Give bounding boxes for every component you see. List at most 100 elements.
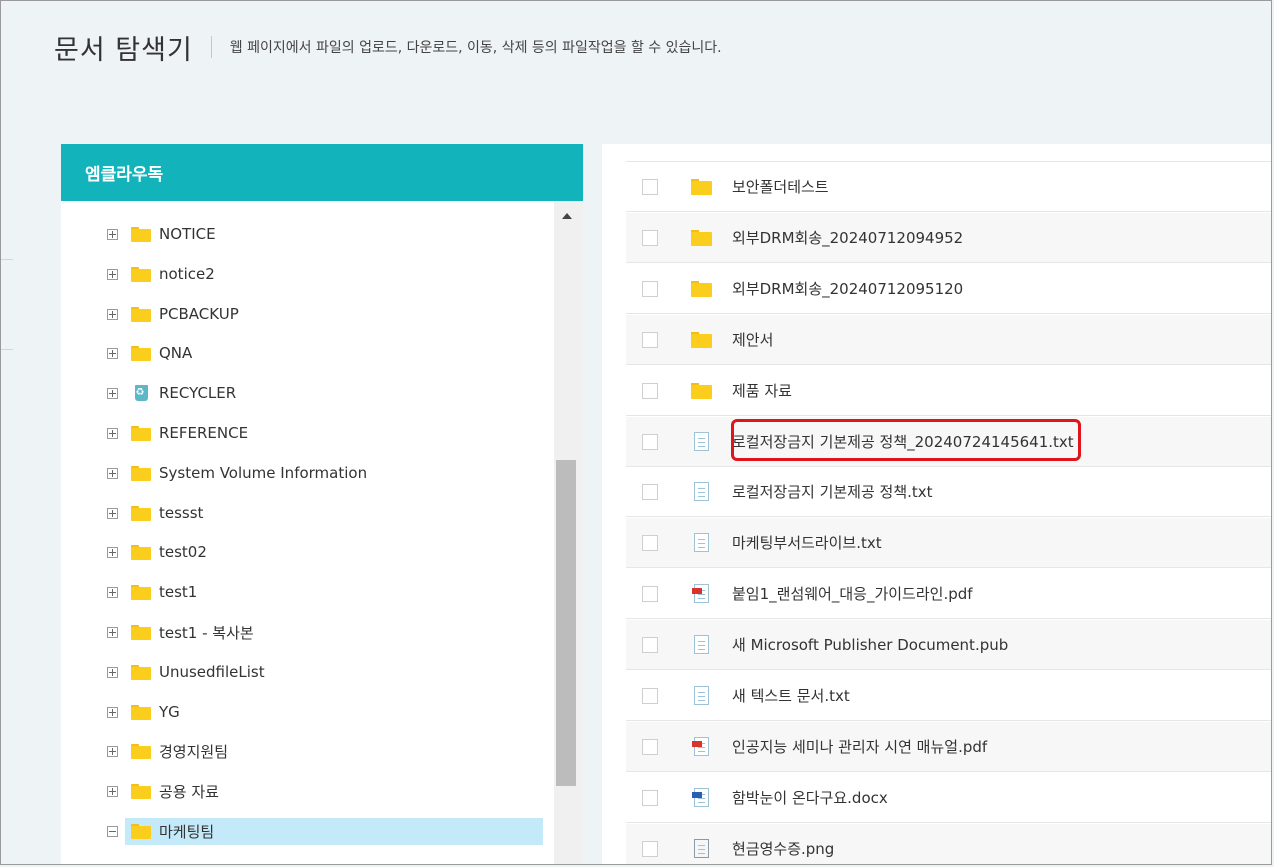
folder-icon — [690, 227, 712, 249]
divider — [1, 259, 13, 260]
folder-tree-panel: 엠클라우독 마케팅팀 공용 자료 경영지원팀 YG UnusedfileList test… — [61, 144, 583, 864]
expand-icon[interactable] — [107, 387, 118, 399]
file-name[interactable]: 제안서 — [732, 329, 773, 350]
file-name[interactable]: 함박눈이 온다구요.docx — [732, 787, 888, 808]
expand-icon[interactable] — [107, 586, 118, 598]
row-checkbox[interactable] — [642, 483, 658, 500]
expand-icon[interactable] — [107, 427, 118, 439]
file-row[interactable]: 현금영수증.png — [626, 824, 1271, 864]
tree-item[interactable]: PCBACKUP — [61, 301, 555, 327]
row-checkbox[interactable] — [642, 738, 658, 755]
text-file-icon — [690, 634, 712, 656]
file-row[interactable]: 외부DRM회송_20240712095120 — [626, 264, 1271, 314]
row-checkbox[interactable] — [642, 280, 658, 297]
expand-icon[interactable] — [107, 666, 118, 678]
file-name[interactable]: 현금영수증.png — [732, 838, 834, 859]
file-name[interactable]: 보안폴더테스트 — [732, 176, 829, 197]
scroll-up-arrow-icon[interactable] — [562, 213, 572, 219]
tree-item-label: test1 — [159, 583, 198, 601]
file-name[interactable]: 새 Microsoft Publisher Document.pub — [732, 634, 1008, 655]
folder-icon — [131, 584, 151, 600]
expand-icon[interactable] — [107, 745, 118, 757]
file-row[interactable]: 함박눈이 온다구요.docx — [626, 773, 1271, 823]
tree-item[interactable]: test02 — [61, 539, 555, 565]
expand-icon[interactable] — [107, 308, 118, 320]
file-row[interactable]: 제품 자료 — [626, 366, 1271, 416]
tree-item[interactable]: RECYCLER — [61, 380, 555, 406]
tree-item-label: tessst — [159, 504, 204, 522]
divider — [1, 349, 13, 350]
tree-item[interactable]: test1 — [61, 579, 555, 605]
tree-item[interactable]: NOTICE — [61, 221, 555, 247]
file-row[interactable]: 로컬저장금지 기본제공 정책.txt — [626, 467, 1271, 517]
scroll-thumb[interactable] — [556, 460, 576, 786]
tree-item[interactable]: YG — [61, 699, 555, 725]
tree-item[interactable]: 마케팅팀 — [61, 818, 555, 845]
expand-icon[interactable] — [107, 268, 118, 280]
row-checkbox[interactable] — [642, 789, 658, 806]
row-checkbox[interactable] — [642, 229, 658, 246]
expand-icon[interactable] — [107, 626, 118, 638]
tree-item[interactable]: tessst — [61, 500, 555, 526]
file-row[interactable]: 보안폴더테스트 — [626, 162, 1271, 212]
file-name[interactable]: 마케팅부서드라이브.txt — [732, 532, 882, 553]
file-name[interactable]: 외부DRM회송_20240712094952 — [732, 227, 963, 248]
tree-item[interactable]: QNA — [61, 340, 555, 366]
document-explorer-window: 문서 탐색기 웹 페이지에서 파일의 업로드, 다운로드, 이동, 삭제 등의 … — [0, 0, 1272, 865]
row-checkbox[interactable] — [642, 178, 658, 195]
expand-icon[interactable] — [107, 785, 118, 797]
tree-item[interactable]: 경영지원팀 — [61, 738, 555, 764]
tree-scrollbar[interactable] — [554, 201, 583, 864]
file-name[interactable]: 외부DRM회송_20240712095120 — [732, 278, 963, 299]
tree-root-header[interactable]: 엠클라우독 — [61, 144, 583, 201]
row-checkbox[interactable] — [642, 534, 658, 551]
file-list-panel: 보안폴더테스트외부DRM회송_20240712094952 외부DRM회송_202… — [602, 144, 1271, 864]
file-name[interactable]: 인공지능 세미나 관리자 시연 매뉴얼.pdf — [732, 736, 987, 757]
file-row[interactable] — [626, 144, 1271, 162]
page-title: 문서 탐색기 — [54, 34, 193, 66]
tree-item[interactable]: 공용 자료 — [61, 778, 555, 804]
expand-icon[interactable] — [107, 706, 118, 718]
file-row[interactable]: 새 Microsoft Publisher Document.pub — [626, 620, 1271, 670]
row-checkbox[interactable] — [642, 636, 658, 653]
file-name[interactable]: 붙임1_랜섬웨어_대응_가이드라인.pdf — [732, 583, 973, 604]
expand-icon[interactable] — [107, 467, 118, 479]
pdf-file-icon — [690, 583, 712, 605]
tree-item-label: RECYCLER — [159, 384, 237, 402]
file-row[interactable]: 제안서 — [626, 315, 1271, 365]
row-checkbox[interactable] — [642, 433, 658, 450]
folder-icon — [131, 704, 151, 720]
row-checkbox[interactable] — [642, 331, 658, 348]
tree-item[interactable]: System Volume Information — [61, 460, 555, 486]
folder-icon — [690, 176, 712, 198]
tree-item[interactable]: notice2 — [61, 261, 555, 287]
tree-item-label: 공용 자료 — [159, 782, 219, 801]
expand-icon[interactable] — [107, 228, 118, 240]
word-file-icon — [690, 787, 712, 809]
expand-icon[interactable] — [107, 507, 118, 519]
file-row[interactable]: 붙임1_랜섬웨어_대응_가이드라인.pdf — [626, 569, 1271, 619]
row-checkbox[interactable] — [642, 382, 658, 399]
folder-icon — [690, 278, 712, 300]
folder-tree[interactable]: 마케팅팀 공용 자료 경영지원팀 YG UnusedfileList test1 - 복사… — [61, 201, 583, 864]
pdf-file-icon — [690, 736, 712, 758]
file-name[interactable]: 제품 자료 — [732, 380, 792, 401]
file-row[interactable]: 새 텍스트 문서.txt — [626, 671, 1271, 721]
file-row[interactable]: 마케팅부서드라이브.txt — [626, 518, 1271, 568]
file-name[interactable]: 새 텍스트 문서.txt — [732, 685, 850, 706]
file-row[interactable]: 외부DRM회송_20240712094952 — [626, 213, 1271, 263]
row-checkbox[interactable] — [642, 687, 658, 704]
tree-item[interactable]: test1 - 복사본 — [61, 619, 555, 645]
tree-item[interactable]: REFERENCE — [61, 420, 555, 446]
row-checkbox[interactable] — [642, 585, 658, 602]
folder-icon — [131, 425, 151, 441]
tree-item[interactable]: UnusedfileList — [61, 659, 555, 685]
collapse-icon[interactable] — [107, 825, 118, 837]
row-checkbox[interactable] — [642, 840, 658, 857]
expand-icon[interactable] — [107, 347, 118, 359]
expand-icon[interactable] — [107, 546, 118, 558]
tree-item-label: notice2 — [159, 265, 215, 283]
file-name[interactable]: 로컬저장금지 기본제공 정책.txt — [732, 481, 933, 502]
folder-icon — [131, 505, 151, 521]
file-row[interactable]: 인공지능 세미나 관리자 시연 매뉴얼.pdf — [626, 722, 1271, 772]
